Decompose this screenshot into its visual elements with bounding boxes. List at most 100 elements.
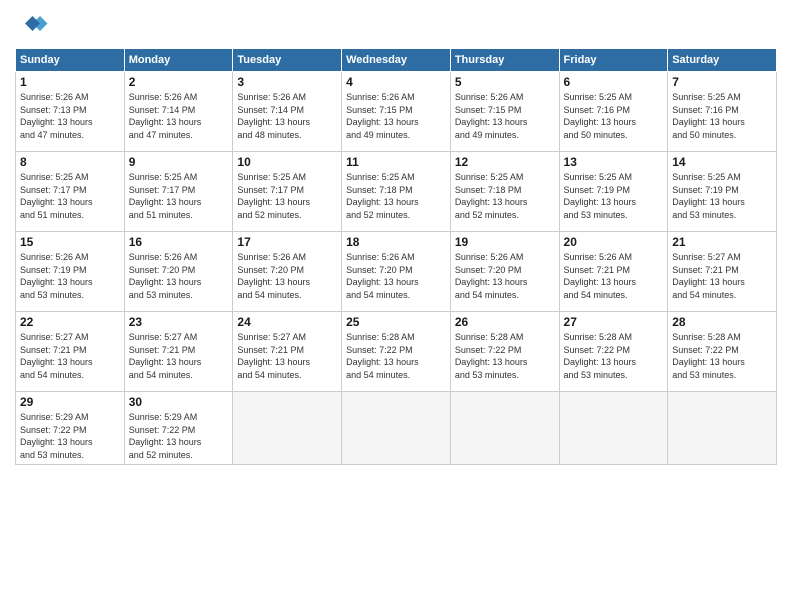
calendar-cell: 6Sunrise: 5:25 AM Sunset: 7:16 PM Daylig… xyxy=(559,72,668,152)
week-row-3: 15 Sunrise: 5:26 AM Sunset: 7:19 PM Dayli… xyxy=(16,232,777,312)
day-number: 1 xyxy=(20,75,120,89)
day-info: Sunrise: 5:25 AM Sunset: 7:18 PM Dayligh… xyxy=(455,171,555,221)
day-info: Sunrise: 5:25 AM Sunset: 7:17 PM Dayligh… xyxy=(20,171,120,221)
day-number: 24 xyxy=(237,315,337,329)
day-info: Sunrise: 5:25 AM Sunset: 7:16 PM Dayligh… xyxy=(672,91,772,141)
day-info: Sunrise: 5:26 AM Sunset: 7:19 PM Dayligh… xyxy=(20,251,120,301)
day-info: Sunrise: 5:27 AM Sunset: 7:21 PM Dayligh… xyxy=(129,331,229,381)
day-number: 11 xyxy=(346,155,446,169)
day-info: Sunrise: 5:28 AM Sunset: 7:22 PM Dayligh… xyxy=(672,331,772,381)
day-number: 8 xyxy=(20,155,120,169)
calendar-cell: 28 Sunrise: 5:28 AM Sunset: 7:22 PM Dayli… xyxy=(668,312,777,392)
calendar-container: SundayMondayTuesdayWednesdayThursdayFrid… xyxy=(0,0,792,475)
calendar-table: SundayMondayTuesdayWednesdayThursdayFrid… xyxy=(15,48,777,465)
day-number: 2 xyxy=(129,75,229,89)
calendar-cell: 25 Sunrise: 5:28 AM Sunset: 7:22 PM Dayli… xyxy=(342,312,451,392)
day-info: Sunrise: 5:26 AM Sunset: 7:14 PM Dayligh… xyxy=(129,91,229,141)
calendar-cell: 20 Sunrise: 5:26 AM Sunset: 7:21 PM Dayli… xyxy=(559,232,668,312)
day-number: 26 xyxy=(455,315,555,329)
weekday-header-tuesday: Tuesday xyxy=(233,49,342,72)
day-number: 5 xyxy=(455,75,555,89)
calendar-cell: 8 Sunrise: 5:25 AM Sunset: 7:17 PM Daylig… xyxy=(16,152,125,232)
calendar-cell: 18 Sunrise: 5:26 AM Sunset: 7:20 PM Dayli… xyxy=(342,232,451,312)
day-info: Sunrise: 5:27 AM Sunset: 7:21 PM Dayligh… xyxy=(672,251,772,301)
logo-icon xyxy=(19,10,49,40)
day-info: Sunrise: 5:26 AM Sunset: 7:20 PM Dayligh… xyxy=(455,251,555,301)
day-number: 15 xyxy=(20,235,120,249)
day-info: Sunrise: 5:25 AM Sunset: 7:18 PM Dayligh… xyxy=(346,171,446,221)
day-number: 16 xyxy=(129,235,229,249)
calendar-cell xyxy=(233,392,342,465)
calendar-cell: 4 Sunrise: 5:26 AM Sunset: 7:15 PM Daylig… xyxy=(342,72,451,152)
calendar-cell: 16 Sunrise: 5:26 AM Sunset: 7:20 PM Dayli… xyxy=(124,232,233,312)
day-info: Sunrise: 5:29 AM Sunset: 7:22 PM Dayligh… xyxy=(129,411,229,461)
day-number: 14 xyxy=(672,155,772,169)
day-number: 29 xyxy=(20,395,120,409)
calendar-cell: 2 Sunrise: 5:26 AM Sunset: 7:14 PM Daylig… xyxy=(124,72,233,152)
logo xyxy=(15,10,49,40)
calendar-cell: 9 Sunrise: 5:25 AM Sunset: 7:17 PM Daylig… xyxy=(124,152,233,232)
weekday-header-friday: Friday xyxy=(559,49,668,72)
day-number: 27 xyxy=(564,315,664,329)
day-number: 17 xyxy=(237,235,337,249)
day-info: Sunrise: 5:28 AM Sunset: 7:22 PM Dayligh… xyxy=(346,331,446,381)
calendar-cell xyxy=(450,392,559,465)
calendar-cell: 30Sunrise: 5:29 AM Sunset: 7:22 PM Dayli… xyxy=(124,392,233,465)
day-info: Sunrise: 5:26 AM Sunset: 7:20 PM Dayligh… xyxy=(346,251,446,301)
day-number: 23 xyxy=(129,315,229,329)
day-info: Sunrise: 5:25 AM Sunset: 7:19 PM Dayligh… xyxy=(672,171,772,221)
calendar-cell: 17 Sunrise: 5:26 AM Sunset: 7:20 PM Dayli… xyxy=(233,232,342,312)
weekday-header-thursday: Thursday xyxy=(450,49,559,72)
calendar-cell: 19 Sunrise: 5:26 AM Sunset: 7:20 PM Dayli… xyxy=(450,232,559,312)
day-info: Sunrise: 5:25 AM Sunset: 7:17 PM Dayligh… xyxy=(129,171,229,221)
day-number: 13 xyxy=(564,155,664,169)
weekday-header-saturday: Saturday xyxy=(668,49,777,72)
day-info: Sunrise: 5:29 AM Sunset: 7:22 PM Dayligh… xyxy=(20,411,120,461)
header xyxy=(15,10,777,40)
day-number: 10 xyxy=(237,155,337,169)
calendar-cell xyxy=(559,392,668,465)
day-info: Sunrise: 5:26 AM Sunset: 7:20 PM Dayligh… xyxy=(129,251,229,301)
day-number: 25 xyxy=(346,315,446,329)
day-info: Sunrise: 5:26 AM Sunset: 7:15 PM Dayligh… xyxy=(455,91,555,141)
day-info: Sunrise: 5:26 AM Sunset: 7:21 PM Dayligh… xyxy=(564,251,664,301)
calendar-cell: 12 Sunrise: 5:25 AM Sunset: 7:18 PM Dayli… xyxy=(450,152,559,232)
calendar-cell: 1 Sunrise: 5:26 AM Sunset: 7:13 PM Daylig… xyxy=(16,72,125,152)
day-info: Sunrise: 5:26 AM Sunset: 7:13 PM Dayligh… xyxy=(20,91,120,141)
week-row-1: 1 Sunrise: 5:26 AM Sunset: 7:13 PM Daylig… xyxy=(16,72,777,152)
day-number: 3 xyxy=(237,75,337,89)
calendar-cell: 5 Sunrise: 5:26 AM Sunset: 7:15 PM Daylig… xyxy=(450,72,559,152)
calendar-cell xyxy=(342,392,451,465)
calendar-cell: 23 Sunrise: 5:27 AM Sunset: 7:21 PM Dayli… xyxy=(124,312,233,392)
calendar-cell: 27 Sunrise: 5:28 AM Sunset: 7:22 PM Dayli… xyxy=(559,312,668,392)
weekday-header-wednesday: Wednesday xyxy=(342,49,451,72)
week-row-2: 8 Sunrise: 5:25 AM Sunset: 7:17 PM Daylig… xyxy=(16,152,777,232)
day-number: 9 xyxy=(129,155,229,169)
day-number: 21 xyxy=(672,235,772,249)
day-number: 28 xyxy=(672,315,772,329)
day-info: Sunrise: 5:26 AM Sunset: 7:20 PM Dayligh… xyxy=(237,251,337,301)
day-info: Sunrise: 5:25 AM Sunset: 7:17 PM Dayligh… xyxy=(237,171,337,221)
day-info: Sunrise: 5:27 AM Sunset: 7:21 PM Dayligh… xyxy=(237,331,337,381)
day-number: 19 xyxy=(455,235,555,249)
day-number: 20 xyxy=(564,235,664,249)
calendar-cell: 26Sunrise: 5:28 AM Sunset: 7:22 PM Dayli… xyxy=(450,312,559,392)
day-info: Sunrise: 5:26 AM Sunset: 7:14 PM Dayligh… xyxy=(237,91,337,141)
day-number: 6 xyxy=(564,75,664,89)
calendar-cell xyxy=(668,392,777,465)
week-row-5: 29 Sunrise: 5:29 AM Sunset: 7:22 PM Dayli… xyxy=(16,392,777,465)
day-info: Sunrise: 5:28 AM Sunset: 7:22 PM Dayligh… xyxy=(564,331,664,381)
calendar-cell: 29 Sunrise: 5:29 AM Sunset: 7:22 PM Dayli… xyxy=(16,392,125,465)
day-info: Sunrise: 5:27 AM Sunset: 7:21 PM Dayligh… xyxy=(20,331,120,381)
day-number: 12 xyxy=(455,155,555,169)
weekday-header-sunday: Sunday xyxy=(16,49,125,72)
calendar-cell: 11 Sunrise: 5:25 AM Sunset: 7:18 PM Dayli… xyxy=(342,152,451,232)
calendar-cell: 21 Sunrise: 5:27 AM Sunset: 7:21 PM Dayli… xyxy=(668,232,777,312)
day-number: 18 xyxy=(346,235,446,249)
day-info: Sunrise: 5:26 AM Sunset: 7:15 PM Dayligh… xyxy=(346,91,446,141)
day-info: Sunrise: 5:25 AM Sunset: 7:19 PM Dayligh… xyxy=(564,171,664,221)
weekday-header-monday: Monday xyxy=(124,49,233,72)
calendar-cell: 22Sunrise: 5:27 AM Sunset: 7:21 PM Dayli… xyxy=(16,312,125,392)
day-number: 4 xyxy=(346,75,446,89)
week-row-4: 22Sunrise: 5:27 AM Sunset: 7:21 PM Dayli… xyxy=(16,312,777,392)
